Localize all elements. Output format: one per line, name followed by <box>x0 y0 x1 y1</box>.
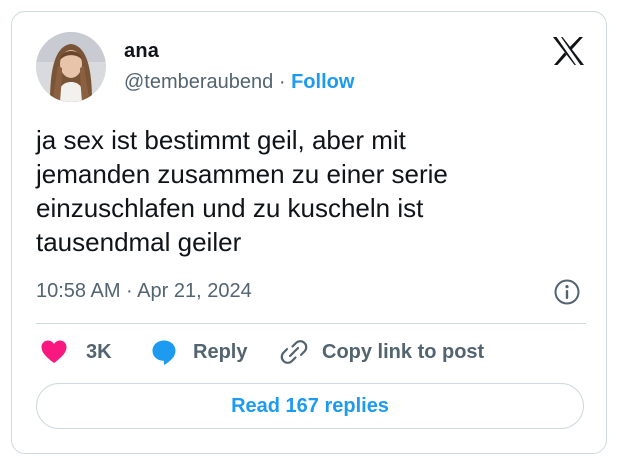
like-count: 3K <box>86 341 112 363</box>
author-name[interactable]: ana <box>124 39 159 63</box>
tweet-card: ana @temberaubend · Follow ja sex ist be… <box>11 11 607 454</box>
copy-link-button[interactable]: Copy link to post <box>280 337 484 367</box>
handle-separator: · <box>278 71 286 93</box>
x-logo-icon[interactable] <box>552 36 585 66</box>
author-handle[interactable]: @temberaubend <box>124 71 273 93</box>
tweet-timestamp[interactable]: 10:58 AM · Apr 21, 2024 <box>36 278 252 304</box>
reply-label: Reply <box>193 341 248 363</box>
divider <box>36 323 586 324</box>
heart-icon <box>40 339 68 365</box>
like-button[interactable]: 3K <box>40 337 112 367</box>
author-handle-row: @temberaubend · Follow <box>124 69 354 95</box>
link-icon <box>280 338 308 366</box>
tweet-text: ja sex ist bestimmt geil, aber mit jeman… <box>36 125 448 257</box>
copy-link-label: Copy link to post <box>322 341 485 363</box>
follow-button[interactable]: Follow <box>291 71 354 93</box>
reply-button[interactable]: Reply <box>150 337 247 367</box>
info-icon[interactable] <box>553 278 581 306</box>
avatar[interactable] <box>36 32 106 102</box>
read-replies-label: Read 167 replies <box>231 395 389 417</box>
read-replies-button[interactable]: Read 167 replies <box>36 383 584 429</box>
reply-bubble-icon <box>150 338 178 366</box>
